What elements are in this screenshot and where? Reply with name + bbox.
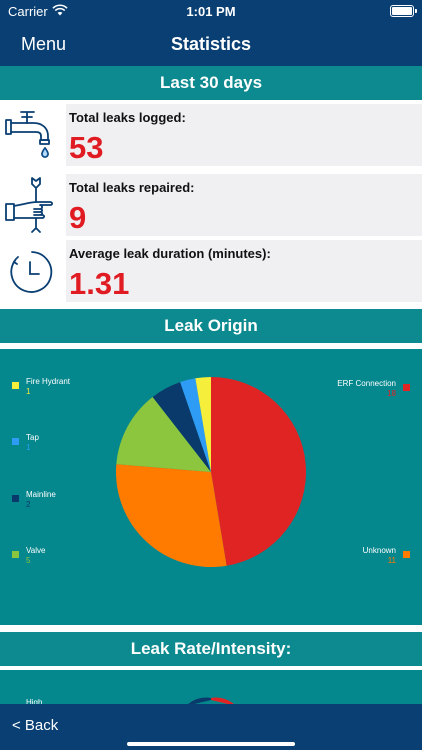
stat-box-duration: Average leak duration (minutes): 1.31 xyxy=(66,240,422,302)
stat-average-duration: Average leak duration (minutes): 1.31 xyxy=(0,238,422,302)
stat-box-logged: Total leaks logged: 53 xyxy=(66,104,422,166)
navigation-bar: Menu Statistics xyxy=(0,22,422,66)
leak-origin-pie xyxy=(116,377,307,567)
status-bar: Carrier 1:01 PM xyxy=(0,0,422,22)
stat-label: Average leak duration (minutes): xyxy=(69,246,271,261)
legend-value: 18 xyxy=(387,389,396,398)
stat-total-repaired: Total leaks repaired: 9 xyxy=(0,172,422,236)
stat-value: 53 xyxy=(69,130,104,165)
stat-value: 9 xyxy=(69,200,87,235)
leak-origin-chart: Fire Hydrant 1 Tap 1 Mainline 2 Valve 5 … xyxy=(0,349,422,625)
legend-value: 2 xyxy=(26,500,31,509)
menu-button[interactable]: Menu xyxy=(21,34,66,55)
legend-value: 11 xyxy=(387,556,396,565)
faucet-icon xyxy=(5,111,50,158)
legend-label: Valve xyxy=(26,546,46,555)
stat-box-repaired: Total leaks repaired: 9 xyxy=(66,174,422,236)
home-indicator xyxy=(127,742,295,746)
clock: 1:01 PM xyxy=(186,4,236,19)
stat-label: Total leaks logged: xyxy=(69,110,186,125)
leak-origin-header: Leak Origin xyxy=(0,309,422,343)
back-button[interactable]: < Back xyxy=(12,717,58,734)
legend-swatch xyxy=(403,551,410,558)
legend-value: 5 xyxy=(26,556,31,565)
legend-label: ERF Connection xyxy=(337,379,396,388)
legend-label: Mainline xyxy=(26,490,56,499)
legend-swatch xyxy=(12,495,19,502)
battery-icon xyxy=(390,5,417,17)
legend-value: 1 xyxy=(26,443,31,452)
legend-swatch xyxy=(403,384,410,391)
period-header: Last 30 days xyxy=(0,66,422,100)
legend-label: Fire Hydrant xyxy=(26,377,71,386)
legend-label: Tap xyxy=(26,433,39,442)
hand-wrench-icon xyxy=(5,177,53,233)
legend-swatch xyxy=(12,438,19,445)
stat-total-logged: Total leaks logged: 53 xyxy=(0,102,422,166)
stat-value: 1.31 xyxy=(69,266,130,301)
legend-swatch xyxy=(12,382,19,389)
legend-swatch xyxy=(12,551,19,558)
leak-rate-header: Leak Rate/Intensity: xyxy=(0,632,422,666)
stat-label: Total leaks repaired: xyxy=(69,180,195,195)
pie-slice-unknown xyxy=(116,464,227,567)
clock-icon xyxy=(10,251,53,293)
pie-slice-erf-connection xyxy=(211,377,307,566)
bottom-toolbar: < Back xyxy=(0,704,422,750)
legend-label: Unknown xyxy=(362,546,396,555)
legend-value: 1 xyxy=(26,387,31,396)
